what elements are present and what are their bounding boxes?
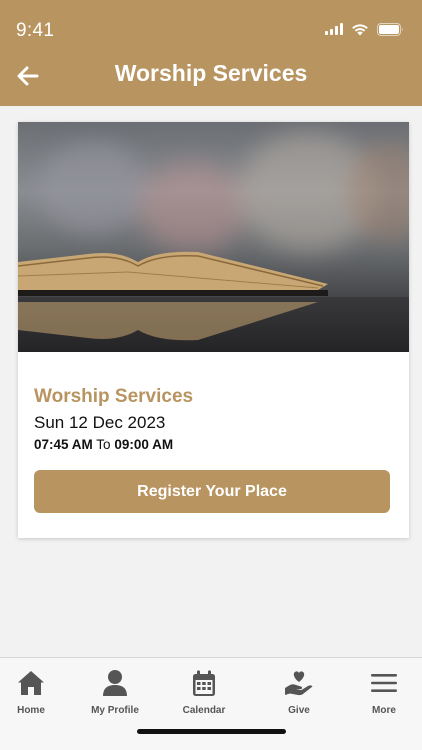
tab-home-label: Home bbox=[17, 705, 45, 716]
event-time: 07:45 AM To 09:00 AM bbox=[34, 437, 394, 452]
register-button[interactable]: Register Your Place bbox=[34, 470, 390, 513]
wifi-icon bbox=[351, 23, 369, 36]
event-details: Worship Services Sun 12 Dec 2023 07:45 A… bbox=[34, 386, 394, 452]
home-icon bbox=[16, 668, 46, 698]
tab-more-label: More bbox=[372, 705, 396, 716]
user-icon bbox=[100, 668, 130, 698]
status-icons bbox=[325, 22, 404, 36]
event-image bbox=[18, 122, 409, 352]
signal-icon bbox=[325, 23, 343, 35]
status-time: 9:41 bbox=[16, 20, 55, 41]
event-start-time: 07:45 AM bbox=[34, 437, 93, 452]
tab-give-label: Give bbox=[288, 705, 310, 716]
calendar-icon bbox=[189, 668, 219, 698]
tab-my-profile-label: My Profile bbox=[91, 705, 139, 716]
event-card: Worship Services Sun 12 Dec 2023 07:45 A… bbox=[18, 122, 409, 538]
event-time-separator: To bbox=[96, 437, 111, 452]
tab-my-profile[interactable]: My Profile bbox=[73, 668, 157, 718]
hand-heart-icon bbox=[284, 668, 314, 698]
event-title: Worship Services bbox=[34, 386, 194, 407]
bottom-tab-bar: Home My Profile Calendar Give More bbox=[0, 657, 422, 750]
tab-home[interactable]: Home bbox=[0, 668, 73, 718]
battery-icon bbox=[377, 22, 404, 36]
app-header: 9:41 Worship Services bbox=[0, 0, 422, 106]
tab-calendar-label: Calendar bbox=[182, 705, 226, 716]
tab-give[interactable]: Give bbox=[257, 668, 341, 718]
tab-calendar[interactable]: Calendar bbox=[162, 668, 246, 718]
page-title: Worship Services bbox=[114, 60, 308, 86]
event-end-time: 09:00 AM bbox=[114, 437, 174, 452]
status-bar: 9:41 bbox=[0, 0, 422, 50]
event-date: Sun 12 Dec 2023 bbox=[34, 413, 166, 432]
menu-icon bbox=[369, 668, 399, 698]
tab-more[interactable]: More bbox=[342, 668, 422, 718]
home-indicator bbox=[137, 729, 286, 734]
